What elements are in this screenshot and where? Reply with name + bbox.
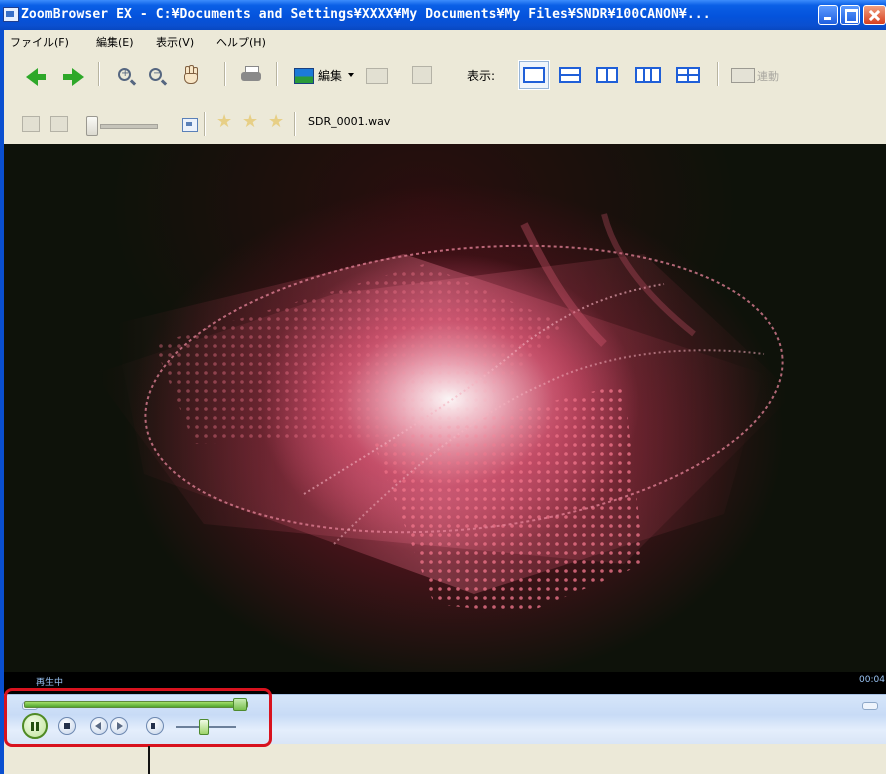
chevron-down-icon[interactable] bbox=[348, 73, 354, 77]
maximize-button[interactable] bbox=[840, 5, 860, 25]
window-title: ZoomBrowser EX - C:¥Documents and Settin… bbox=[21, 7, 711, 22]
toolbar-separator bbox=[98, 62, 100, 86]
view-three-column-icon[interactable] bbox=[635, 67, 661, 83]
printer-icon[interactable] bbox=[241, 66, 261, 82]
zoom-slider-thumb[interactable] bbox=[86, 116, 98, 136]
playback-time: 00:04 bbox=[859, 675, 885, 685]
close-button[interactable] bbox=[863, 5, 886, 25]
sync-icon bbox=[731, 68, 755, 83]
rating-star-icon[interactable]: ★ bbox=[268, 113, 284, 131]
rating-star-icon[interactable]: ★ bbox=[242, 113, 258, 131]
auto-fit-icon bbox=[22, 116, 40, 132]
toolbar-separator bbox=[294, 112, 296, 136]
playback-status: 再生中 bbox=[36, 678, 64, 688]
highlight-callout-box bbox=[4, 688, 272, 747]
toolbar-separator bbox=[276, 62, 278, 86]
fit-window-icon[interactable] bbox=[182, 118, 198, 132]
zoom-out-icon[interactable]: − bbox=[149, 68, 162, 81]
edit-image-icon[interactable] bbox=[294, 68, 314, 84]
zoombrowser-window: ZoomBrowser EX - C:¥Documents and Settin… bbox=[0, 0, 886, 774]
actual-size-icon bbox=[50, 116, 68, 132]
menu-bar: ファイル(F) 編集(E) 表示(V) ヘルプ(H) bbox=[4, 30, 886, 52]
callout-leader-line bbox=[148, 746, 150, 774]
sync-label: 連動 bbox=[757, 70, 779, 83]
file-name-label: SDR_0001.wav bbox=[308, 115, 391, 128]
visualizer-graphic bbox=[94, 213, 794, 614]
toolbar-separator bbox=[204, 112, 206, 136]
secondary-toolbar: ★ ★ ★ SDR_0001.wav bbox=[4, 98, 886, 144]
toolbar-separator bbox=[717, 62, 719, 86]
layout-icon bbox=[412, 66, 432, 84]
menu-file[interactable]: ファイル(F) bbox=[10, 34, 69, 50]
audio-visualizer bbox=[4, 144, 886, 672]
seek-end-handle[interactable] bbox=[862, 702, 878, 710]
menu-view[interactable]: 表示(V) bbox=[156, 34, 194, 50]
view-single-icon[interactable] bbox=[523, 67, 545, 83]
zoom-slider-track bbox=[100, 124, 158, 129]
slideshow-icon bbox=[366, 68, 388, 84]
menu-edit[interactable]: 編集(E) bbox=[96, 34, 134, 50]
view-mode-label: 表示: bbox=[467, 69, 496, 83]
app-icon bbox=[3, 7, 19, 22]
status-bar bbox=[4, 744, 886, 774]
zoom-in-icon[interactable]: + bbox=[118, 68, 131, 81]
view-grid-icon[interactable] bbox=[676, 67, 700, 83]
minimize-button[interactable] bbox=[818, 5, 838, 25]
hand-icon[interactable] bbox=[180, 64, 200, 84]
rating-star-icon[interactable]: ★ bbox=[216, 113, 232, 131]
menu-help[interactable]: ヘルプ(H) bbox=[216, 34, 266, 50]
view-horizontal-split-icon[interactable] bbox=[559, 67, 581, 83]
title-bar[interactable]: ZoomBrowser EX - C:¥Documents and Settin… bbox=[0, 0, 886, 30]
back-arrow-icon[interactable] bbox=[26, 68, 46, 86]
forward-arrow-icon[interactable] bbox=[63, 68, 84, 86]
main-toolbar: + − 編集 表示: 連動 bbox=[4, 52, 886, 98]
view-two-column-icon[interactable] bbox=[596, 67, 618, 83]
edit-menu-button[interactable]: 編集 bbox=[318, 67, 342, 84]
toolbar-separator bbox=[224, 62, 226, 86]
